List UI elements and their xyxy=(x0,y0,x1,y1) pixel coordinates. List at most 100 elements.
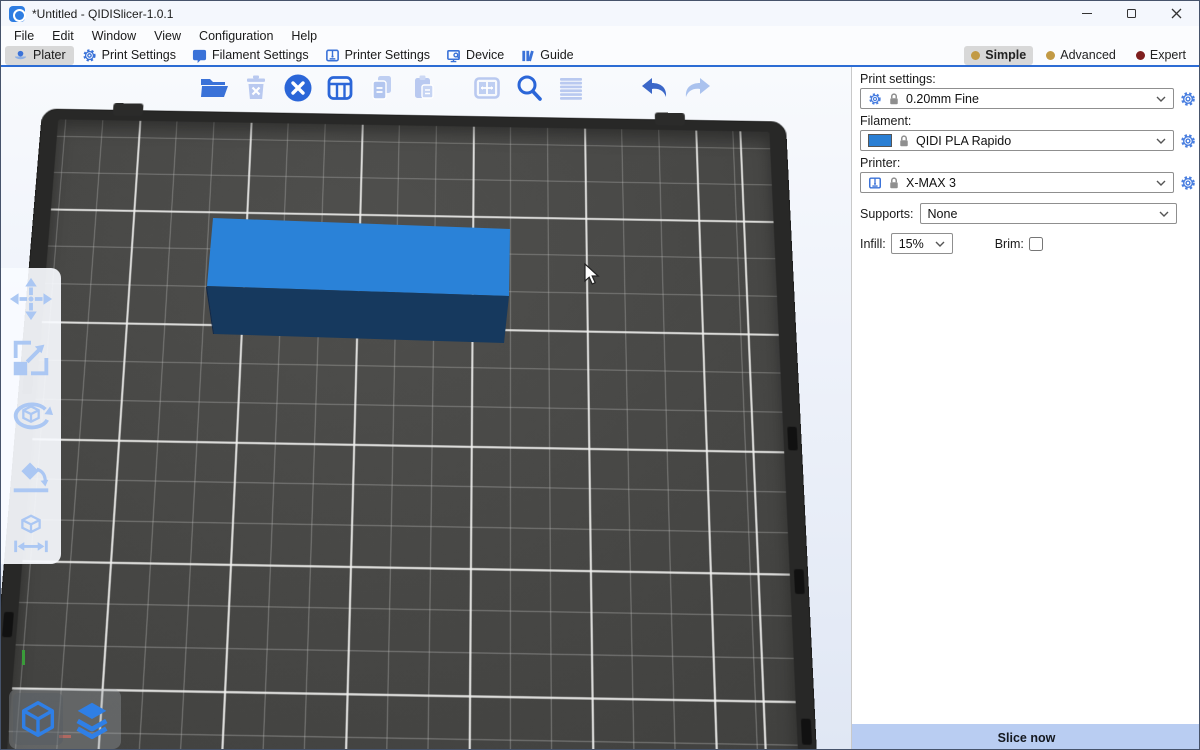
mode-label: Advanced xyxy=(1060,48,1116,62)
bed-tab xyxy=(655,113,685,126)
tab-plater[interactable]: Plater xyxy=(5,46,74,65)
title-bar: *Untitled - QIDISlicer-1.0.1 xyxy=(1,1,1199,26)
split-objects-button[interactable] xyxy=(470,71,503,104)
undo-button[interactable] xyxy=(638,71,671,104)
open-folder-icon xyxy=(198,72,230,104)
minimize-icon xyxy=(1082,13,1092,14)
minimize-button[interactable] xyxy=(1064,1,1109,26)
menu-view[interactable]: View xyxy=(145,28,190,44)
tab-printer-settings[interactable]: Printer Settings xyxy=(317,46,438,65)
delete-button[interactable] xyxy=(239,71,272,104)
split-objects-icon xyxy=(471,72,503,104)
paste-button[interactable] xyxy=(407,71,440,104)
mode-expert[interactable]: Expert xyxy=(1129,46,1193,65)
supports-label: Supports: xyxy=(860,207,914,221)
move-icon xyxy=(8,276,54,322)
mode-simple[interactable]: Simple xyxy=(964,46,1033,65)
bed-clip xyxy=(801,719,812,745)
bed-tab xyxy=(113,103,144,116)
brim-checkbox[interactable] xyxy=(1029,237,1043,251)
gear-icon xyxy=(1180,175,1196,191)
maximize-button[interactable] xyxy=(1109,1,1154,26)
supports-dropdown[interactable]: None xyxy=(920,203,1177,224)
menu-configuration[interactable]: Configuration xyxy=(190,28,282,44)
bed-clip xyxy=(787,427,798,451)
measure-tool[interactable] xyxy=(8,510,54,556)
menu-file[interactable]: File xyxy=(5,28,43,44)
scale-tool[interactable] xyxy=(8,335,54,381)
brim-label: Brim: xyxy=(995,237,1024,251)
open-button[interactable] xyxy=(197,71,230,104)
delete-all-button[interactable] xyxy=(281,71,314,104)
layers-icon xyxy=(555,72,587,104)
menu-window[interactable]: Window xyxy=(83,28,145,44)
3d-editor-view-button[interactable] xyxy=(13,693,63,745)
undo-icon xyxy=(639,72,671,104)
maximize-icon xyxy=(1127,9,1136,18)
tab-device[interactable]: Device xyxy=(438,46,512,65)
print-settings-value: 0.20mm Fine xyxy=(906,92,979,106)
infill-dropdown[interactable]: 15% xyxy=(891,233,953,254)
y-axis-indicator xyxy=(22,650,25,665)
tab-label: Filament Settings xyxy=(212,48,309,62)
edit-print-settings-button[interactable] xyxy=(1179,90,1197,108)
menu-bar: File Edit Window View Configuration Help xyxy=(1,26,1199,45)
redo-icon xyxy=(681,72,713,104)
infill-value: 15% xyxy=(899,237,924,251)
chevron-down-icon xyxy=(1156,138,1166,144)
plater-icon xyxy=(13,48,28,63)
edit-filament-button[interactable] xyxy=(1179,132,1197,150)
rotate-tool[interactable] xyxy=(8,393,54,439)
tab-label: Guide xyxy=(540,48,573,62)
place-on-face-tool[interactable] xyxy=(8,452,54,498)
close-icon xyxy=(1171,8,1182,19)
app-window: *Untitled - QIDISlicer-1.0.1 File Edit W… xyxy=(0,0,1200,750)
close-button[interactable] xyxy=(1154,1,1199,26)
slice-now-button[interactable]: Slice now xyxy=(852,724,1200,750)
printer-icon xyxy=(868,176,882,190)
copy-button[interactable] xyxy=(365,71,398,104)
preview-layers-button[interactable] xyxy=(67,693,117,745)
tab-filament-settings[interactable]: Filament Settings xyxy=(184,46,317,65)
printer-icon xyxy=(325,48,340,63)
arrange-button[interactable] xyxy=(323,71,356,104)
expert-dot-icon xyxy=(1136,51,1145,60)
app-logo-icon xyxy=(9,6,25,22)
chevron-down-icon xyxy=(935,241,945,247)
search-button[interactable] xyxy=(512,71,545,104)
tab-print-settings[interactable]: Print Settings xyxy=(74,46,184,65)
3d-viewport[interactable] xyxy=(1,67,851,750)
printer-dropdown[interactable]: X-MAX 3 xyxy=(860,172,1174,193)
gear-icon xyxy=(1180,133,1196,149)
move-tool[interactable] xyxy=(8,276,54,322)
chevron-down-icon xyxy=(1159,211,1169,217)
measure-icon xyxy=(8,510,54,556)
filament-dropdown[interactable]: QIDI PLA Rapido xyxy=(860,130,1174,151)
tab-label: Plater xyxy=(33,48,66,62)
3d-editor-view-icon xyxy=(17,698,59,740)
slice-now-label: Slice now xyxy=(998,731,1056,745)
print-settings-dropdown[interactable]: 0.20mm Fine xyxy=(860,88,1174,109)
printer-value: X-MAX 3 xyxy=(906,176,956,190)
chevron-down-icon xyxy=(1156,96,1166,102)
printer-label: Printer: xyxy=(860,156,1193,170)
menu-edit[interactable]: Edit xyxy=(43,28,83,44)
print-settings-label: Print settings: xyxy=(860,72,1193,86)
settings-sidebar: Print settings: 0.20mm Fine xyxy=(851,67,1200,750)
view-mode-switcher xyxy=(9,689,121,749)
scale-icon xyxy=(8,335,54,381)
menu-help[interactable]: Help xyxy=(282,28,326,44)
tab-guide[interactable]: Guide xyxy=(512,46,581,65)
mode-toggle-group: Simple Advanced Expert xyxy=(964,46,1195,65)
redo-button[interactable] xyxy=(680,71,713,104)
bed-clip xyxy=(794,569,805,594)
filament-label: Filament: xyxy=(860,114,1193,128)
bed-grid xyxy=(1,119,821,750)
edit-printer-button[interactable] xyxy=(1179,174,1197,192)
tab-label: Device xyxy=(466,48,504,62)
filament-color-swatch xyxy=(868,134,892,147)
mode-advanced[interactable]: Advanced xyxy=(1039,46,1123,65)
variable-layer-height-button[interactable] xyxy=(554,71,587,104)
preview-layers-icon xyxy=(71,698,113,740)
mode-label: Simple xyxy=(985,48,1026,62)
